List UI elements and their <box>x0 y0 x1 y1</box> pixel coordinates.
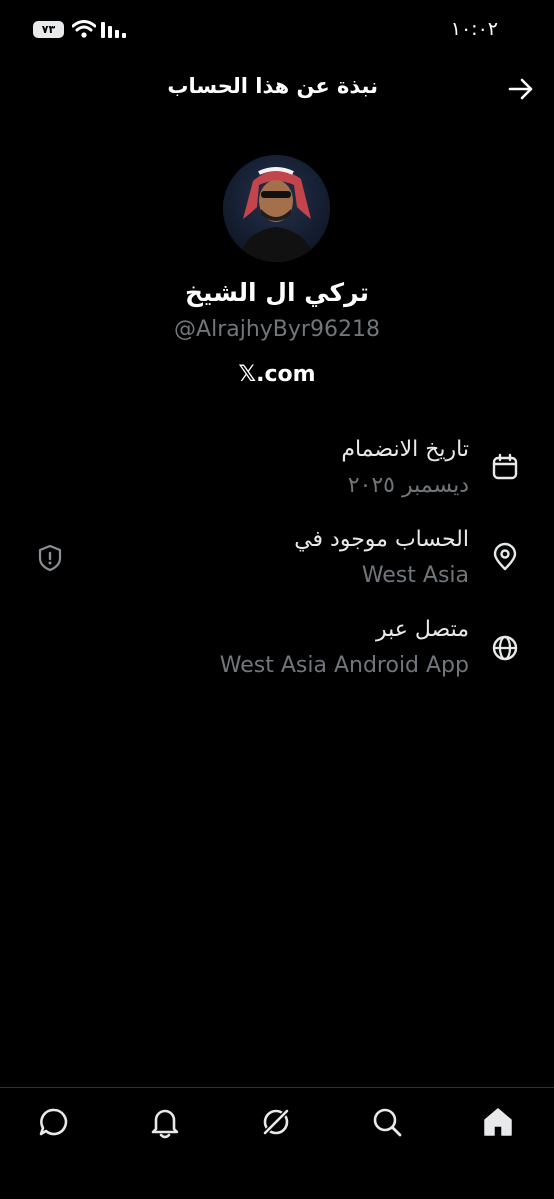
account-location-label: الحساب موجود في <box>294 527 469 552</box>
header: نبذة عن هذا الحساب <box>0 62 554 114</box>
user-handle: @AlrajhyByr96218 <box>174 317 380 342</box>
globe-icon <box>492 635 518 661</box>
status-bar: ٧٣ ١٠:٠٢ <box>0 0 554 62</box>
x-link[interactable]: 𝕏.com <box>0 362 554 387</box>
avatar-image <box>223 155 330 262</box>
account-location-row: الحساب موجود في West Asia <box>0 527 554 597</box>
wifi-icon <box>72 20 96 38</box>
calendar-icon <box>492 453 518 480</box>
connected-via-label: متصل عبر <box>375 617 469 642</box>
account-location-value: West Asia <box>361 563 469 588</box>
messages-icon[interactable] <box>36 1104 72 1140</box>
page-title: نبذة عن هذا الحساب <box>167 74 378 98</box>
connected-via-value: West Asia Android App <box>219 653 469 678</box>
signal-icon <box>101 22 126 38</box>
back-arrow-icon[interactable] <box>506 74 536 104</box>
home-icon[interactable] <box>480 1104 516 1140</box>
location-pin-icon <box>493 542 517 571</box>
status-time: ١٠:٠٢ <box>450 18 498 40</box>
grok-icon[interactable] <box>258 1104 294 1140</box>
joined-date-value: ديسمبر ٢٠٢٥ <box>347 473 469 498</box>
battery-icon: ٧٣ <box>33 21 64 38</box>
search-icon[interactable] <box>369 1104 405 1140</box>
avatar[interactable] <box>223 155 330 262</box>
joined-date-row: تاريخ الانضمام ديسمبر ٢٠٢٥ <box>0 437 554 507</box>
notifications-icon[interactable] <box>147 1104 183 1140</box>
display-name: تركي ال الشيخ <box>184 278 370 307</box>
shield-icon[interactable] <box>36 543 64 573</box>
bottom-nav <box>0 1088 554 1199</box>
connected-via-row: متصل عبر West Asia Android App <box>0 617 554 687</box>
joined-date-label: تاريخ الانضمام <box>341 437 469 462</box>
